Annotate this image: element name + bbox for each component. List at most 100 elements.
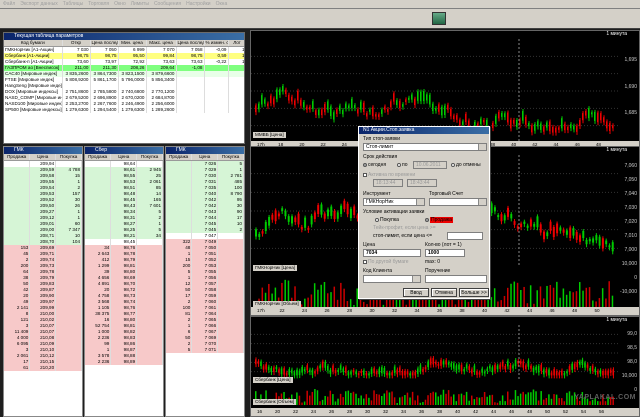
volume-bar	[414, 400, 416, 405]
chart-icon[interactable]	[432, 12, 446, 25]
term-today-radio[interactable]: сегодня	[363, 162, 386, 168]
candle	[465, 113, 467, 123]
candle	[399, 100, 401, 109]
candle	[351, 98, 353, 109]
volume-bar	[432, 391, 434, 405]
type-select[interactable]: Стоп-лимит	[363, 143, 487, 151]
menu-item[interactable]: Файл	[3, 1, 15, 7]
candle	[522, 361, 525, 368]
candle	[261, 231, 264, 234]
term-cancel-radio[interactable]: до отмены	[451, 162, 481, 168]
cancel-button[interactable]: Отмена	[431, 288, 457, 297]
active-time-check[interactable]: Активна по времени	[363, 172, 415, 178]
volume-bar	[455, 401, 458, 405]
candle	[370, 368, 373, 374]
chart-sber[interactable]: 1 минута 99,0 98,5 98,0 10,000 0 Сбербанк [Ц…	[250, 316, 640, 417]
candle	[336, 109, 338, 115]
price-field[interactable]: 7034	[363, 249, 421, 257]
candle	[276, 89, 278, 100]
column-header[interactable]: Цена послед.	[176, 40, 205, 47]
candle	[317, 205, 320, 215]
volume-bar	[333, 286, 336, 307]
menu-item[interactable]: Окно	[114, 1, 126, 7]
menu-item[interactable]: Сообщения	[154, 1, 181, 7]
price-label: Цена	[363, 242, 376, 248]
candle	[579, 361, 581, 365]
candle	[576, 361, 579, 368]
volume-bar	[549, 284, 552, 307]
candle	[297, 90, 299, 101]
table-cell	[204, 106, 229, 113]
volume-bar	[561, 398, 563, 405]
volume-bar	[481, 397, 483, 405]
column-header[interactable]: Мин. цена	[118, 40, 147, 47]
orderbook-row[interactable]: 2 236 98,89	[85, 358, 163, 365]
candle	[327, 101, 329, 110]
candle	[585, 239, 588, 245]
sell-radio[interactable]: Продажа	[425, 217, 453, 223]
x-tick-label: 28	[347, 409, 353, 414]
other-security-check[interactable]: По другой бумаге	[363, 259, 409, 265]
candle	[585, 110, 587, 116]
stop-limit-field[interactable]	[447, 232, 483, 240]
candle	[568, 366, 571, 372]
candle	[432, 103, 434, 111]
candle	[528, 123, 530, 127]
comment-field[interactable]	[425, 275, 487, 283]
candle	[355, 371, 357, 375]
time-from-field[interactable]: 18:13:44	[373, 179, 403, 187]
y-tick-label: 7,030	[624, 205, 637, 211]
radio-icon	[425, 217, 429, 222]
volume-bar	[556, 281, 558, 307]
x-tick-label: 48	[572, 308, 578, 313]
candle	[555, 371, 558, 376]
candle	[375, 114, 377, 117]
candle	[493, 207, 496, 212]
orderbook-row[interactable]: 57 071	[166, 346, 244, 353]
qty-field[interactable]: 1000	[425, 249, 465, 257]
security-name: ГМКНорНик [A1-Акции]	[4, 46, 63, 53]
column-header: Продажа	[166, 154, 193, 161]
buy-radio[interactable]: Покупка	[375, 217, 399, 223]
column-header[interactable]: Макс. цена	[146, 40, 177, 47]
candle	[270, 368, 273, 373]
client-select[interactable]	[363, 275, 421, 283]
volume-bar	[429, 392, 432, 405]
more-button[interactable]: Больше >>	[459, 288, 489, 297]
orderbook-cell: 2 236	[85, 358, 112, 365]
volume-bar	[319, 401, 321, 405]
candle	[445, 360, 447, 365]
candle	[601, 238, 604, 249]
account-select[interactable]	[429, 198, 487, 206]
term-until-radio[interactable]: по	[397, 162, 408, 168]
term-date-field[interactable]: 10.06.2011	[413, 161, 447, 169]
table-row[interactable]: SP500 [Мировые индексы] 1 279,6300 1 294,5…	[4, 106, 244, 113]
menu-item[interactable]: Экспорт данных	[20, 1, 58, 7]
menu-item[interactable]: Настройки	[186, 1, 211, 7]
menu-item[interactable]: Таблицы	[63, 1, 83, 7]
candle	[384, 106, 386, 110]
column-header[interactable]: Цена послед.	[90, 40, 119, 47]
candle	[594, 368, 597, 373]
candle	[426, 94, 428, 101]
candle	[414, 98, 416, 106]
menu-item[interactable]: Лимиты	[131, 1, 149, 7]
candle	[257, 361, 260, 364]
candle	[399, 367, 401, 373]
menu-item[interactable]: Окна	[216, 1, 228, 7]
volume-bar	[301, 402, 303, 405]
candle	[605, 240, 608, 245]
candle	[471, 369, 473, 374]
candle	[414, 371, 417, 376]
volume-bar	[368, 397, 370, 405]
y-tick-label: 7,050	[624, 177, 637, 183]
x-tick-label: 34	[414, 308, 420, 313]
orderbook-row[interactable]: 61 210,20	[4, 364, 82, 371]
candle	[435, 108, 437, 111]
instrument-select[interactable]: ГМКНорНик	[363, 198, 425, 206]
submit-button[interactable]: Ввод	[403, 288, 429, 297]
menu-item[interactable]: Торговля	[88, 1, 109, 7]
column-header[interactable]: % измен. с закрытия	[204, 40, 229, 47]
candle	[549, 121, 551, 132]
time-to-field[interactable]: 18:43:44	[407, 179, 437, 187]
